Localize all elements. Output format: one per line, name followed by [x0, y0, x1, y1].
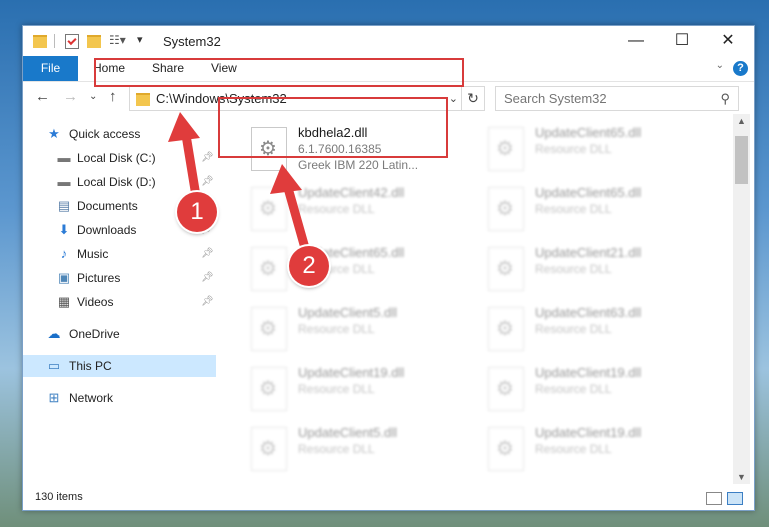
callout-badge-one: 1 — [177, 192, 217, 232]
callout-arrows — [168, 112, 310, 253]
callout-badge-two: 2 — [289, 246, 329, 286]
arrow-one-icon — [168, 112, 201, 201]
arrow-two-icon — [270, 164, 310, 253]
